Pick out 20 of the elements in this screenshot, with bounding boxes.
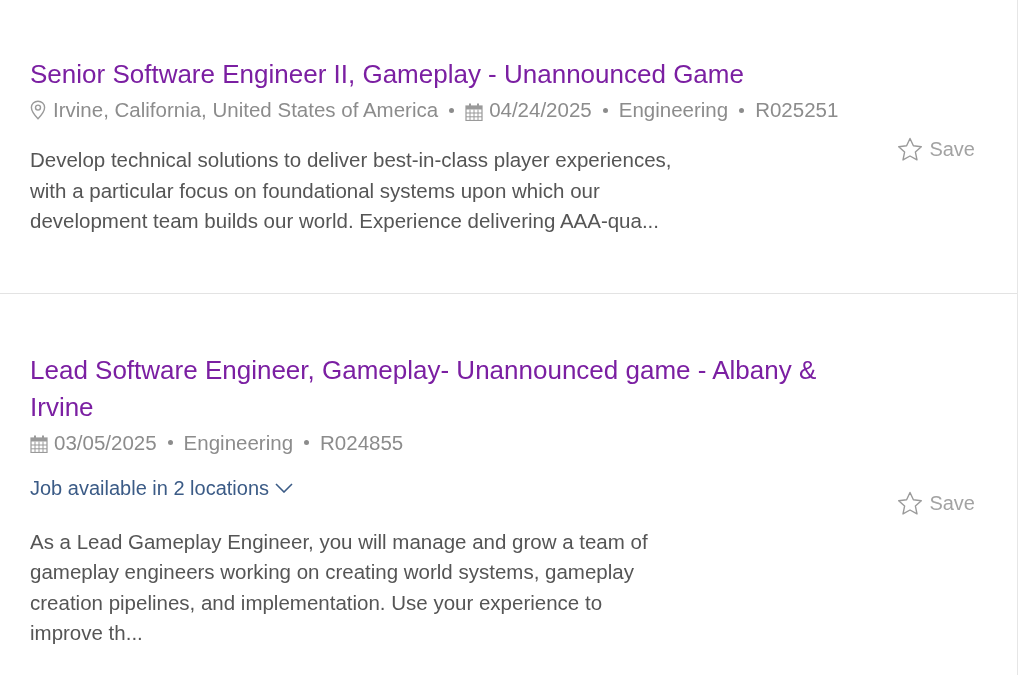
job-title-link[interactable]: Senior Software Engineer II, Gameplay - Unannounced Game [30,56,744,93]
map-pin-icon [30,100,46,120]
job-title-link[interactable]: Lead Software Engineer, Gameplay- Unannounced game - Albany & Irvine [30,351,860,426]
requisition-id: R025251 [755,97,839,123]
bullet-icon [449,107,455,113]
posting-date: 03/05/2025 [54,429,157,456]
bullet-icon [167,440,173,445]
calendar-icon [465,102,484,121]
job-description: Develop technical solutions to deliver best-in-class player experiences, with a particular focus on foundational systems upon which our development team builds our world. Experience delivering AAA-qua... [30,147,673,234]
job-category: Engineering [183,429,294,456]
bullet-icon [602,107,608,113]
locations-toggle-link[interactable]: Job available in 2 locations [30,472,294,503]
job-category: Engineering [618,97,729,123]
requisition-id: R024855 [320,429,404,456]
bullet-icon [739,107,745,113]
calendar-icon [30,435,48,453]
job-location: Irvine, California, United States of America [53,97,439,123]
posting-date: 04/24/2025 [489,97,592,123]
bullet-icon [304,440,310,445]
job-description: As a Lead Gameplay Engineer, you will manage and grow a team of gameplay engineers working on creating world systems, gameplay creation pipelines, and implementation. Use your experience to improve th... [30,528,649,646]
